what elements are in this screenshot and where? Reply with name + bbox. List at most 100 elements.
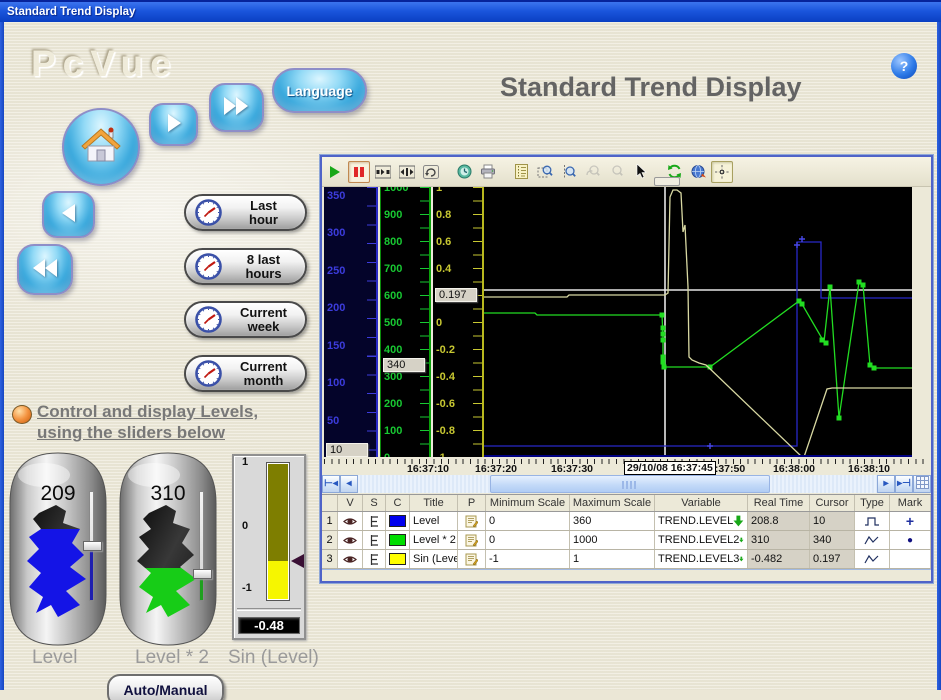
language-button[interactable]: Language [272,68,367,113]
max-scale-cell[interactable]: 1000 [570,531,655,549]
properties-cell[interactable] [458,550,486,568]
table-header-Maximum Scale[interactable]: Maximum Scale [570,495,655,511]
toolbar-pause-icon[interactable] [348,161,370,183]
type-cell[interactable] [855,512,890,530]
scale-cell[interactable] [363,531,386,549]
toolbar-play-icon[interactable] [324,161,346,183]
scrollbar-thumb[interactable] [490,475,770,493]
toolbar-globe-icon[interactable] [687,161,709,183]
visibility-cell[interactable] [338,531,363,549]
table-footer-spacer [322,569,931,581]
table-header-Minimum Scale[interactable]: Minimum Scale [486,495,570,511]
scroll-next-button[interactable]: ▸ [877,475,895,493]
min-scale-cell[interactable]: -1 [486,550,570,568]
level2-slider[interactable] [199,491,204,601]
pen-table-row-1[interactable]: 1Level0360TREND.LEVEL208.810+ [322,512,931,531]
min-scale-cell[interactable]: 0 [486,512,570,530]
toolbar-print-icon[interactable] [477,161,499,183]
time-range-button-current-week[interactable]: Currentweek [184,301,307,338]
download-variable-icon[interactable] [739,553,744,565]
scale-cell[interactable] [363,550,386,568]
color-cell[interactable] [386,550,410,568]
mark-cell[interactable]: ● [890,531,931,549]
variable-cell[interactable]: TREND.LEVEL3 [655,550,748,568]
table-header-S[interactable]: S [363,495,386,511]
toolbar-zoom-area-icon[interactable] [534,161,556,183]
level-slider[interactable] [89,491,94,601]
back-button[interactable] [42,191,95,238]
cursor-drag-handle[interactable] [654,177,680,186]
y-axis-level2[interactable]: 10009008007006005004003002001000340 [380,187,431,457]
table-header-Mark[interactable]: Mark [890,495,931,511]
table-header-Title[interactable]: Title [410,495,458,511]
color-cell[interactable] [386,512,410,530]
slider-handle[interactable] [83,541,102,551]
table-header-P[interactable]: P [458,495,486,511]
pen-table-row-2[interactable]: 2Level * 201000TREND.LEVEL2310340● [322,531,931,550]
axis-label: 900 [384,209,402,221]
download-variable-icon[interactable] [739,534,744,546]
type-cell[interactable] [855,531,890,549]
window-title-bar[interactable]: Standard Trend Display [0,0,941,22]
table-header-Variable[interactable]: Variable [655,495,748,511]
download-variable-icon[interactable] [733,515,744,527]
gauge-marker-arrow[interactable] [291,554,304,568]
scroll-prev-button[interactable]: ◂ [340,475,358,493]
time-range-button-8-last-hours[interactable]: 8 lasthours [184,248,307,285]
home-button[interactable] [62,108,140,186]
color-cell[interactable] [386,531,410,549]
variable-cell[interactable]: TREND.LEVEL [655,512,748,530]
toolbar-crosshair-icon[interactable] [711,161,733,183]
table-header-Real Time[interactable]: Real Time [748,495,810,511]
toolbar-zoom-next-icon[interactable] [606,161,628,183]
table-header-V[interactable]: V [338,495,363,511]
rewind-button[interactable] [17,244,73,295]
mark-cell[interactable] [890,550,931,568]
table-header-num[interactable] [322,495,338,511]
pcvue-logo: PcVue [31,43,178,85]
scale-cell[interactable] [363,512,386,530]
toolbar-datetime-icon[interactable] [453,161,475,183]
cursor-datetime-box[interactable]: 29/10/08 16:37:45 [624,461,716,475]
grid-view-button[interactable] [913,475,931,493]
y-axis-level[interactable]: 3503002502001501005010 [324,187,378,457]
time-axis[interactable]: 16:37:1016:37:2016:37:306:37:5016:38:001… [322,459,931,475]
scrollbar-track[interactable] [358,475,877,493]
max-scale-cell[interactable]: 360 [570,512,655,530]
pen-type-line-icon [864,553,880,566]
type-cell[interactable] [855,550,890,568]
forward-button[interactable] [149,103,198,146]
fast-forward-button[interactable] [209,83,264,132]
title-cell[interactable]: Level [410,512,458,530]
pen-table-row-3[interactable]: 3Sin (Level)-11TREND.LEVEL3-0.4820.197 [322,550,931,569]
trend-plot[interactable] [484,187,912,457]
toolbar-restore-icon[interactable] [420,161,442,183]
visibility-cell[interactable] [338,512,363,530]
toolbar-expand-icon[interactable] [396,161,418,183]
title-cell[interactable]: Level * 2 [410,531,458,549]
toolbar-compress-icon[interactable] [372,161,394,183]
properties-cell[interactable] [458,531,486,549]
y-axis-sin[interactable]: 10.80.60.40.20-0.2-0.4-0.6-0.8-10.197 [433,187,484,457]
time-range-button-last-hour[interactable]: Lasthour [184,194,307,231]
mark-cell[interactable]: + [890,512,931,530]
table-header-C[interactable]: C [386,495,410,511]
toolbar-zoom-prev-icon[interactable] [582,161,604,183]
slider-handle[interactable] [193,569,212,579]
variable-cell[interactable]: TREND.LEVEL2 [655,531,748,549]
table-header-Cursor[interactable]: Cursor [810,495,855,511]
auto-manual-button[interactable]: Auto/Manual [107,674,224,700]
scroll-last-button[interactable]: ▸⊣ [895,475,913,493]
visibility-cell[interactable] [338,550,363,568]
toolbar-legend-icon[interactable] [510,161,532,183]
help-button[interactable]: ? [891,53,917,79]
table-header-Type[interactable]: Type [855,495,890,511]
min-scale-cell[interactable]: 0 [486,531,570,549]
toolbar-zoom-time-icon[interactable] [558,161,580,183]
time-range-button-current-month[interactable]: Currentmonth [184,355,307,392]
scroll-first-button[interactable]: ⊢◂ [322,475,340,493]
toolbar-pointer-icon[interactable] [630,161,652,183]
max-scale-cell[interactable]: 1 [570,550,655,568]
title-cell[interactable]: Sin (Level) [410,550,458,568]
properties-cell[interactable] [458,512,486,530]
